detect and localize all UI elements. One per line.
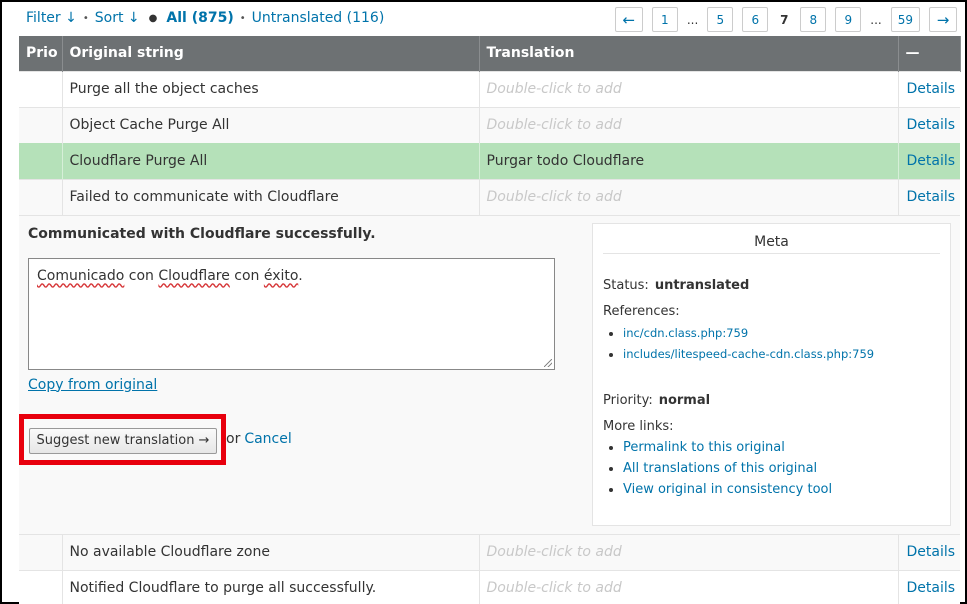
original-cell: Failed to communicate with Cloudflare bbox=[62, 178, 480, 215]
translation-textarea[interactable]: Comunicado con Cloudflare con éxito. bbox=[28, 257, 555, 370]
misspelled-word: éxito bbox=[263, 267, 299, 284]
column-header-actions: — bbox=[898, 36, 961, 71]
reference-link[interactable]: inc/cdn.class.php:759 bbox=[623, 326, 748, 340]
separator-dot: • bbox=[239, 12, 246, 24]
or-text: or bbox=[226, 430, 241, 447]
table-header-row: Prio Original string Translation — bbox=[19, 36, 961, 71]
page-link[interactable]: 8 bbox=[800, 7, 827, 32]
filter-bar: Filter ↓ • Sort ↓ ● All (875) • Untransl… bbox=[26, 7, 384, 29]
suggest-translation-button[interactable]: Suggest new translation → bbox=[29, 427, 217, 454]
translation-cell[interactable]: Double-click to add bbox=[479, 569, 899, 604]
status-label: Status: bbox=[603, 277, 649, 293]
translation-cell[interactable]: Purgar todo Cloudflare bbox=[479, 142, 899, 179]
cancel-link[interactable]: Cancel bbox=[244, 431, 291, 447]
translations-table: Prio Original string Translation — Purge… bbox=[19, 36, 961, 604]
prio-cell bbox=[19, 142, 63, 179]
cancel-group: or Cancel bbox=[226, 431, 292, 447]
translation-cell[interactable]: Double-click to add bbox=[479, 106, 899, 143]
table-row[interactable]: Notified Cloudflare to purge all success… bbox=[19, 569, 960, 604]
page-link-last[interactable]: 59 bbox=[890, 7, 920, 32]
word: con bbox=[128, 267, 154, 284]
original-cell: Purge all the object caches bbox=[62, 70, 480, 107]
separator-dot: • bbox=[82, 12, 89, 24]
pagination-ellipsis: ... bbox=[870, 12, 882, 27]
page-link[interactable]: 5 bbox=[707, 7, 734, 32]
next-page-button[interactable]: → bbox=[929, 7, 957, 32]
list-item: inc/cdn.class.php:759 bbox=[603, 323, 874, 344]
word: con bbox=[234, 267, 260, 284]
more-links-list: Permalink to this original All translati… bbox=[603, 437, 832, 500]
more-links-label: More links: bbox=[603, 418, 674, 434]
bullet-icon: ● bbox=[148, 12, 158, 24]
priority-label: Priority: bbox=[603, 392, 653, 408]
column-header-prio: Prio bbox=[19, 36, 63, 71]
details-link[interactable]: Details bbox=[907, 81, 956, 97]
list-item: includes/litespeed-cache-cdn.class.php:7… bbox=[603, 344, 874, 365]
table-row[interactable]: Failed to communicate with Cloudflare Do… bbox=[19, 178, 960, 215]
filter-untranslated-link[interactable]: Untranslated (116) bbox=[252, 10, 385, 26]
priority-line: Priority: normal bbox=[603, 393, 710, 408]
list-item: All translations of this original bbox=[603, 458, 832, 479]
table-row-approved[interactable]: Cloudflare Purge All Purgar todo Cloudfl… bbox=[19, 142, 960, 179]
status-line: Status: untranslated bbox=[603, 278, 749, 293]
editor-row: Communicated with Cloudflare successfull… bbox=[19, 214, 960, 534]
consistency-tool-link[interactable]: View original in consistency tool bbox=[623, 482, 832, 497]
all-translations-link[interactable]: All translations of this original bbox=[623, 461, 817, 476]
details-link[interactable]: Details bbox=[907, 189, 956, 205]
resize-handle-icon[interactable] bbox=[544, 358, 552, 367]
misspelled-word: Comunicado bbox=[37, 267, 125, 284]
pagination-ellipsis: ... bbox=[686, 12, 699, 27]
translation-cell[interactable]: Double-click to add bbox=[479, 533, 899, 570]
details-link[interactable]: Details bbox=[907, 580, 956, 596]
table-row[interactable]: No available Cloudflare zone Double-clic… bbox=[19, 533, 960, 570]
priority-value: normal bbox=[658, 392, 711, 408]
translation-cell[interactable]: Double-click to add bbox=[479, 70, 899, 107]
misspelled-word: Cloudflare bbox=[158, 267, 230, 284]
meta-panel: Meta Status: untranslated References: inc… bbox=[592, 222, 951, 526]
details-link[interactable]: Details bbox=[907, 153, 956, 169]
prio-cell bbox=[19, 533, 63, 570]
page-link[interactable]: 9 bbox=[835, 7, 862, 32]
pagination: ← 1 ... 5 6 7 8 9 ... 59 → bbox=[606, 7, 957, 32]
original-cell: Object Cache Purge All bbox=[62, 106, 480, 143]
copy-from-original-link[interactable]: Copy from original bbox=[28, 377, 157, 393]
prio-cell bbox=[19, 569, 63, 604]
translation-editor: Communicated with Cloudflare successfull… bbox=[19, 216, 960, 534]
prio-cell bbox=[19, 106, 63, 143]
details-link[interactable]: Details bbox=[907, 544, 956, 560]
list-item: Permalink to this original bbox=[603, 437, 832, 458]
original-cell: Notified Cloudflare to purge all success… bbox=[62, 569, 480, 604]
table-row[interactable]: Object Cache Purge All Double-click to a… bbox=[19, 106, 960, 143]
original-cell: Cloudflare Purge All bbox=[62, 142, 480, 179]
prio-cell bbox=[19, 178, 63, 215]
reference-link[interactable]: includes/litespeed-cache-cdn.class.php:7… bbox=[623, 347, 874, 361]
filter-link[interactable]: Filter ↓ bbox=[26, 10, 77, 26]
references-label: References: bbox=[603, 303, 680, 319]
prio-cell bbox=[19, 70, 63, 107]
column-header-original: Original string bbox=[62, 36, 480, 71]
status-value: untranslated bbox=[654, 277, 750, 293]
column-header-translation: Translation bbox=[479, 36, 899, 71]
prev-page-button[interactable]: ← bbox=[614, 7, 643, 32]
list-item: View original in consistency tool bbox=[603, 479, 832, 500]
details-link[interactable]: Details bbox=[907, 117, 956, 133]
table-row[interactable]: Purge all the object caches Double-click… bbox=[19, 70, 960, 107]
word: . bbox=[298, 267, 303, 284]
references-list: inc/cdn.class.php:759 includes/litespeed… bbox=[603, 323, 874, 365]
meta-title: Meta bbox=[603, 234, 940, 254]
filter-all-link[interactable]: All (875) bbox=[166, 10, 233, 26]
sort-link[interactable]: Sort ↓ bbox=[95, 10, 140, 26]
current-page: 7 bbox=[777, 7, 792, 32]
translation-cell[interactable]: Double-click to add bbox=[479, 178, 899, 215]
page-link[interactable]: 6 bbox=[742, 7, 769, 32]
source-string: Communicated with Cloudflare successfull… bbox=[28, 225, 376, 242]
permalink-link[interactable]: Permalink to this original bbox=[623, 440, 785, 455]
original-cell: No available Cloudflare zone bbox=[62, 533, 480, 570]
page-link-first[interactable]: 1 bbox=[651, 7, 678, 32]
